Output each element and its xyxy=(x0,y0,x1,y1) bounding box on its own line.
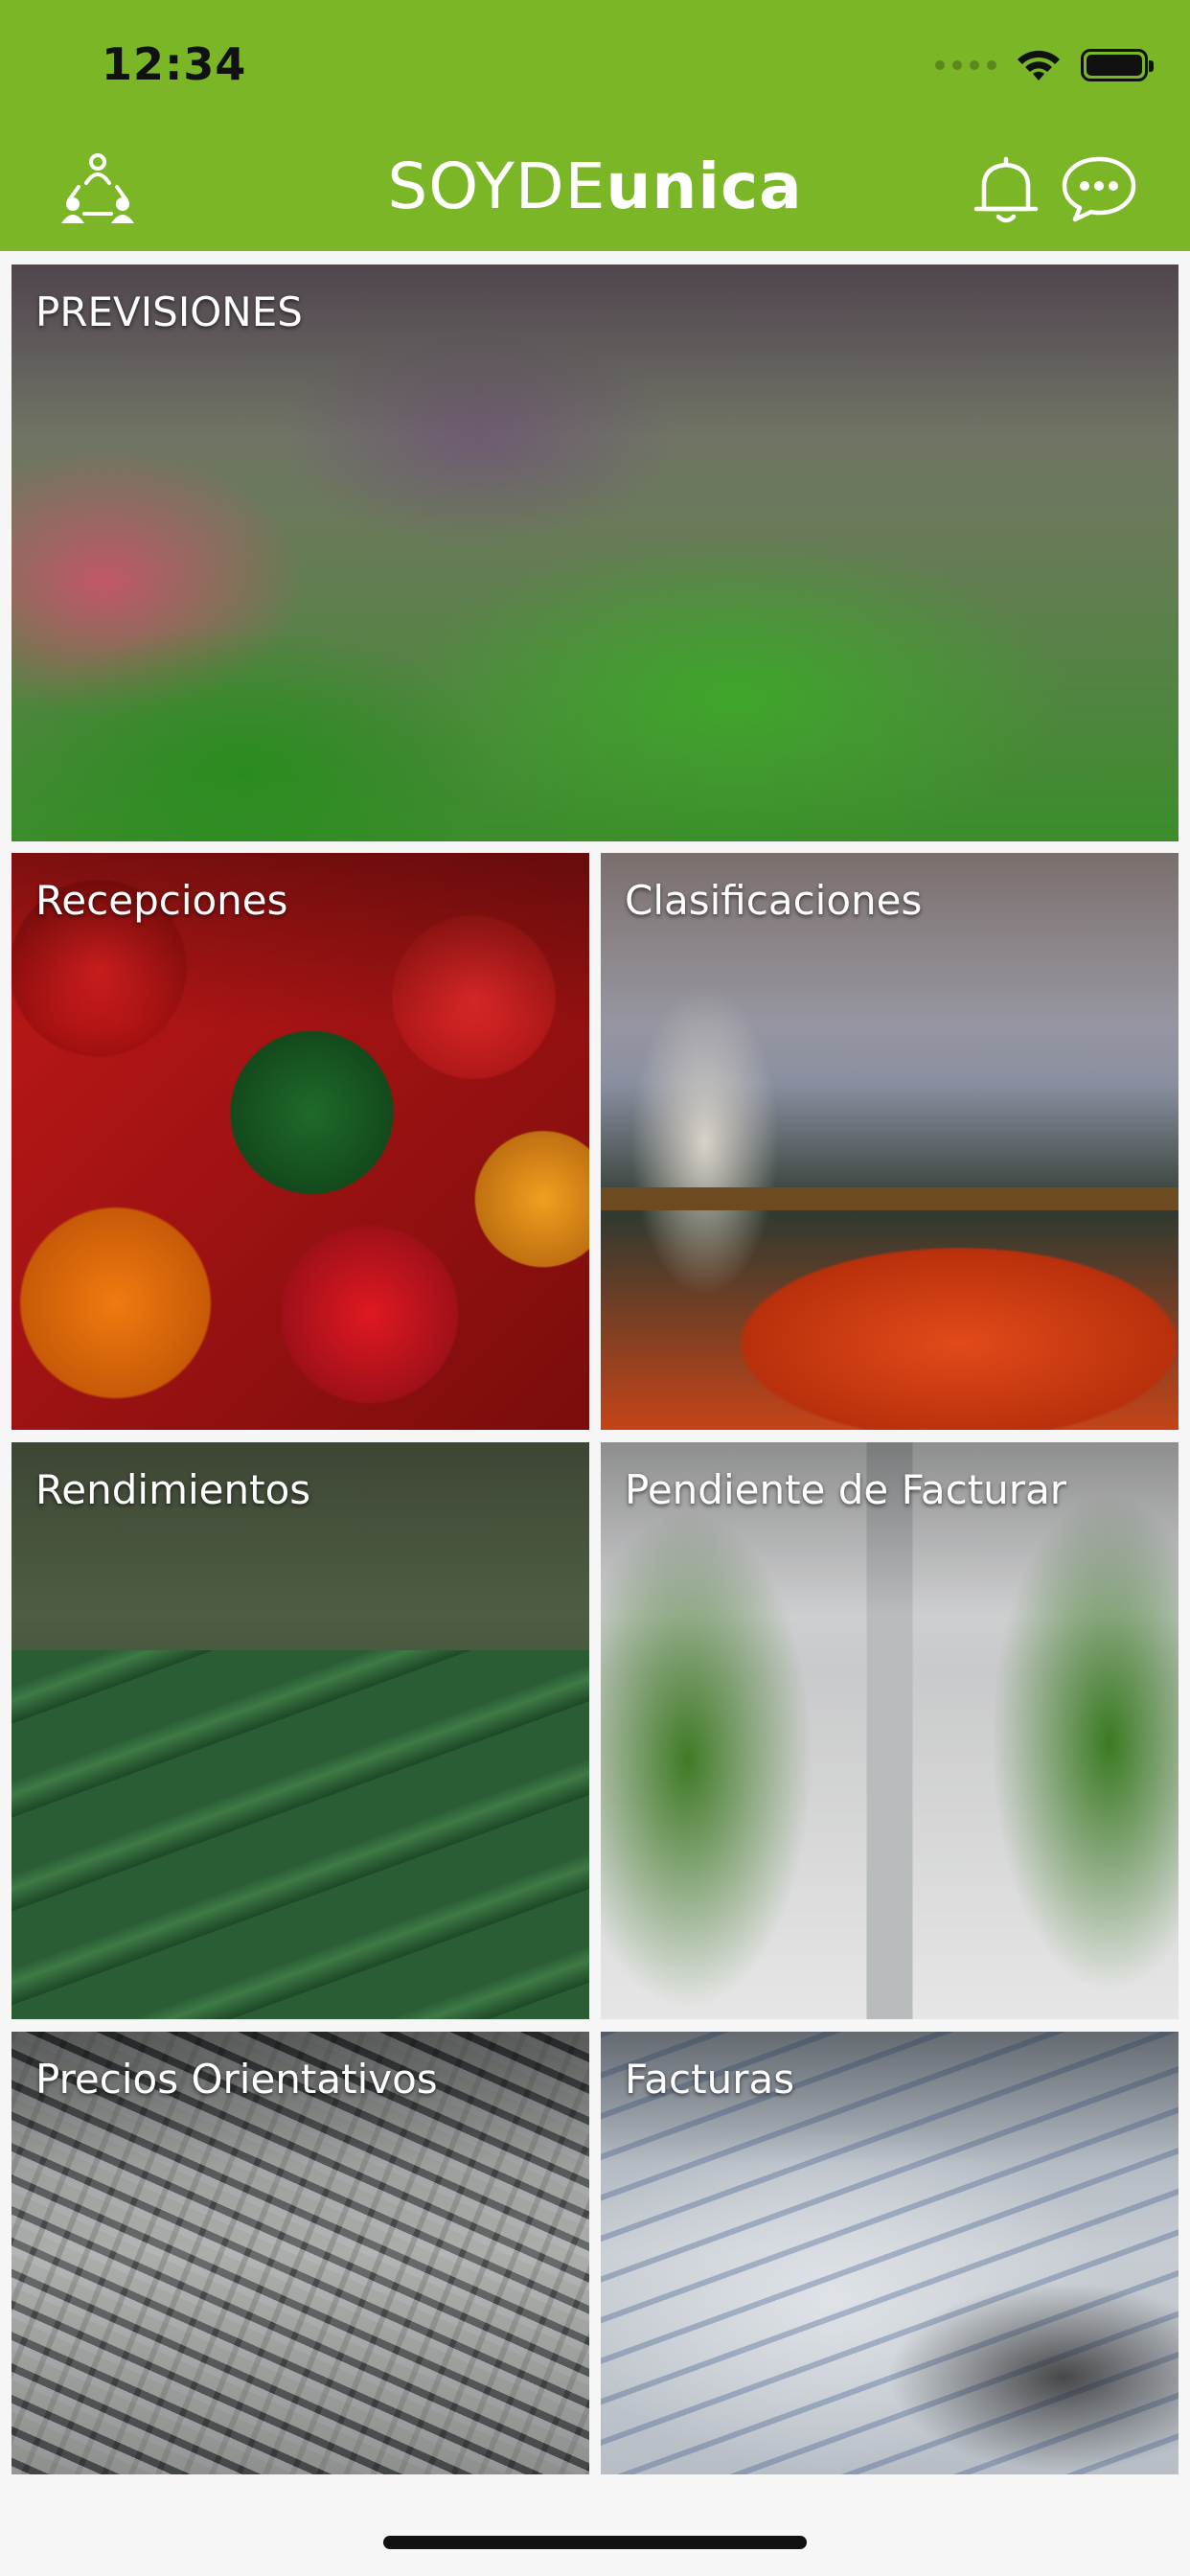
tile-title: PREVISIONES xyxy=(35,288,303,335)
tile-title: Recepciones xyxy=(35,877,288,924)
tile-title: Clasificaciones xyxy=(625,877,923,924)
tile-rendimientos[interactable]: Rendimientos xyxy=(11,1442,589,2019)
tile-clasificaciones[interactable]: Clasificaciones xyxy=(601,853,1179,1430)
status-time: 12:34 xyxy=(102,38,247,90)
tile-precios-orientativos[interactable]: Precios Orientativos xyxy=(11,2032,589,2474)
tile-title: Precios Orientativos xyxy=(35,2056,438,2103)
battery-icon xyxy=(1081,49,1154,81)
wifi-icon xyxy=(1018,50,1060,80)
tile-title: Pendiente de Facturar xyxy=(625,1466,1067,1513)
messages-button[interactable] xyxy=(1058,151,1140,226)
logo-text-brand: unica xyxy=(606,150,803,223)
tile-recepciones[interactable]: Recepciones xyxy=(11,853,589,1430)
tile-pendiente-de-facturar[interactable]: Pendiente de Facturar xyxy=(601,1442,1179,2019)
top-bar: 12:34 SOYDEunica xyxy=(0,0,1190,251)
signal-icon xyxy=(935,60,996,70)
tile-previsiones[interactable]: PREVISIONES xyxy=(11,264,1179,841)
logo-text-prefix: SOYDE xyxy=(387,150,606,223)
tile-facturas[interactable]: Facturas xyxy=(601,2032,1179,2474)
chat-bubble-icon xyxy=(1062,156,1136,222)
notifications-button[interactable] xyxy=(968,151,1044,228)
home-indicator[interactable] xyxy=(383,2536,807,2549)
tile-title: Facturas xyxy=(625,2056,795,2103)
bell-icon xyxy=(973,156,1039,223)
status-icons xyxy=(935,42,1154,88)
tile-title: Rendimientos xyxy=(35,1466,311,1513)
